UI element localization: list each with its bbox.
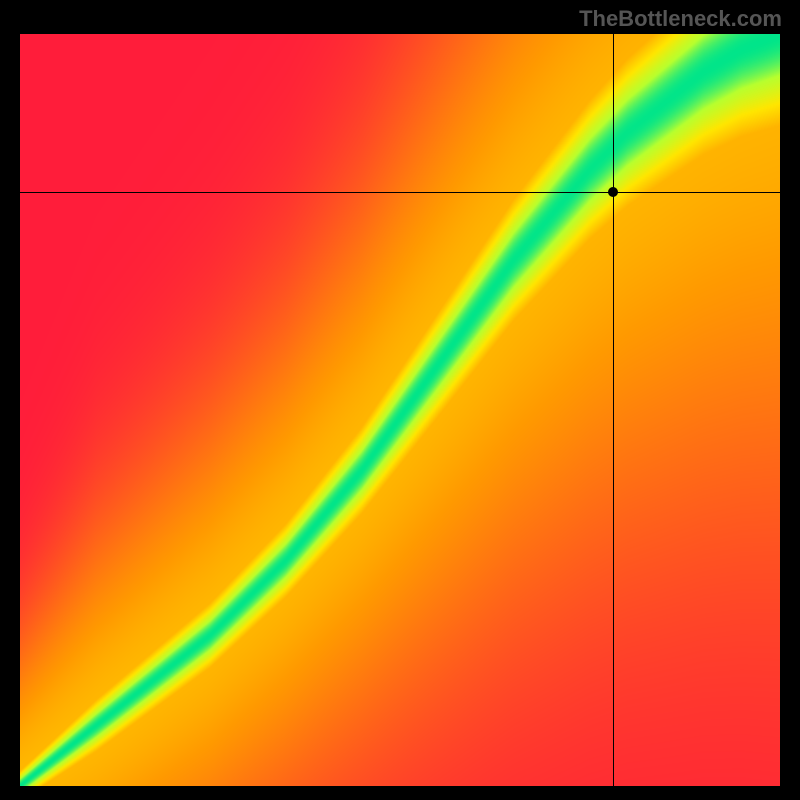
watermark-text: TheBottleneck.com	[579, 6, 782, 32]
crosshair-vertical	[613, 34, 614, 786]
heatmap-canvas	[20, 34, 780, 786]
heatmap-chart	[20, 34, 780, 786]
crosshair-marker	[608, 187, 618, 197]
crosshair-horizontal	[20, 192, 780, 193]
